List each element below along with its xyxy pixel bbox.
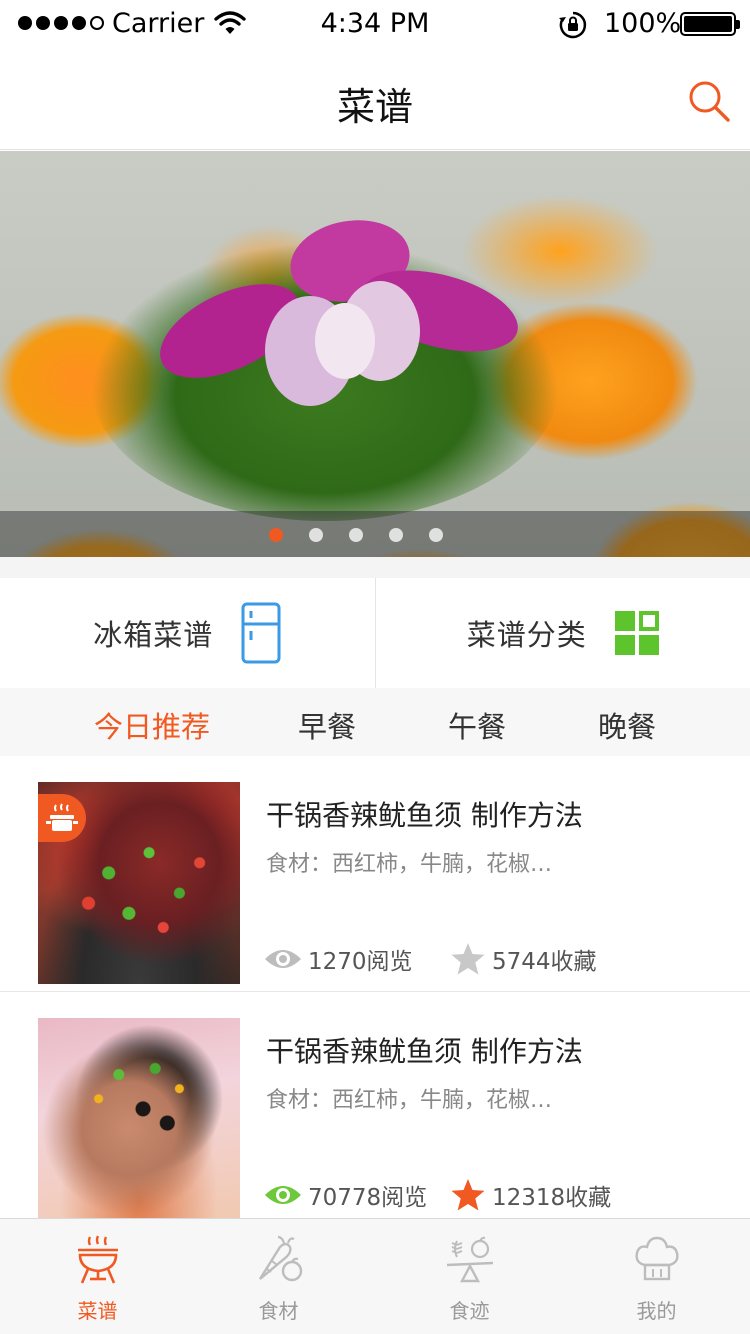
view-count-label: 1270阅览: [308, 949, 413, 975]
pot-icon: [38, 794, 86, 842]
page-title: 菜谱: [336, 85, 413, 129]
favorite-count-label: 12318收藏: [492, 1185, 612, 1211]
recipe-card[interactable]: 干锅香辣鱿鱼须 制作方法 食材：西红柿，牛腩，花椒… 70778阅览 12318…: [0, 992, 750, 1228]
tab-bar-item-recipes[interactable]: 菜谱: [4, 1219, 191, 1334]
recipe-categories-button[interactable]: 菜谱分类: [374, 578, 750, 688]
carousel-dot[interactable]: [269, 528, 283, 542]
section-divider: [0, 557, 750, 578]
tab-breakfast[interactable]: 早餐: [298, 704, 356, 746]
recipe-thumbnail: [38, 1018, 240, 1220]
navigation-bar: 菜谱: [0, 48, 750, 150]
recipe-ingredients: 食材：西红柿，牛腩，花椒…: [266, 1088, 553, 1113]
view-count: 70778阅览: [264, 1178, 427, 1212]
favorite-count[interactable]: 5744收藏: [450, 942, 597, 976]
tab-bar-item-food-log[interactable]: 食迹: [376, 1219, 563, 1334]
scale-icon: [446, 1236, 493, 1283]
carousel-dot[interactable]: [429, 528, 443, 542]
tab-bar-label: 菜谱: [77, 1299, 118, 1323]
tab-bar-item-ingredients[interactable]: 食材: [185, 1219, 372, 1334]
carousel-dot[interactable]: [309, 528, 323, 542]
carousel-dot[interactable]: [389, 528, 403, 542]
carousel-dot[interactable]: [349, 528, 363, 542]
status-bar: Carrier 4:34 PM 100%: [0, 0, 750, 48]
carousel-dots: [0, 528, 731, 542]
tab-bar-label: 我的: [636, 1299, 677, 1323]
recipe-title: 干锅香辣鱿鱼须 制作方法: [266, 799, 583, 832]
app-screen: Carrier 4:34 PM 100% 菜谱 冰箱菜谱 菜谱分类 今日推荐 早…: [0, 0, 750, 1334]
tab-lunch[interactable]: 午餐: [448, 704, 506, 746]
orchid-flower: [160, 220, 518, 406]
banner-carousel[interactable]: [0, 151, 750, 557]
recipe-categories-label: 菜谱分类: [466, 618, 587, 652]
recipe-title: 干锅香辣鱿鱼须 制作方法: [266, 1035, 583, 1068]
battery-percentage: 100%: [604, 8, 682, 39]
vegetables-icon: [258, 1235, 302, 1282]
recipe-thumbnail: [38, 782, 240, 984]
tab-dinner[interactable]: 晚餐: [598, 704, 656, 746]
battery-icon: [680, 12, 740, 36]
tab-bar-label: 食材: [258, 1299, 299, 1323]
meal-tabs: 今日推荐 早餐 午餐 晚餐: [0, 688, 750, 756]
fridge-recipes-button[interactable]: 冰箱菜谱: [0, 578, 375, 688]
eye-icon: [265, 1186, 301, 1204]
bottom-tab-bar: 菜谱 食材 食迹 我的: [0, 1218, 750, 1334]
quick-entries: 冰箱菜谱 菜谱分类: [0, 578, 750, 688]
tab-today-recommend[interactable]: 今日推荐: [94, 704, 210, 746]
fridge-icon: [241, 602, 281, 664]
fridge-recipes-label: 冰箱菜谱: [93, 618, 214, 652]
view-count-label: 70778阅览: [308, 1185, 428, 1211]
favorite-count-label: 5744收藏: [492, 949, 597, 975]
view-count: 1270阅览: [264, 942, 413, 976]
eye-icon: [265, 950, 301, 968]
favorite-count[interactable]: 12318收藏: [450, 1178, 611, 1212]
chef-hat-icon: [634, 1236, 679, 1281]
recipe-card[interactable]: 干锅香辣鱿鱼须 制作方法 食材：西红柿，牛腩，花椒… 1270阅览 5744收藏: [0, 756, 750, 992]
grill-icon: [77, 1235, 118, 1284]
star-icon: [451, 1179, 485, 1211]
recipe-ingredients: 食材：西红柿，牛腩，花椒…: [266, 852, 553, 877]
star-icon: [451, 943, 485, 975]
tab-bar-label: 食迹: [449, 1299, 490, 1323]
tab-bar-item-profile[interactable]: 我的: [563, 1219, 750, 1334]
grid-icon: [614, 611, 659, 655]
orientation-lock-icon: [559, 11, 587, 39]
search-icon[interactable]: [686, 78, 732, 124]
